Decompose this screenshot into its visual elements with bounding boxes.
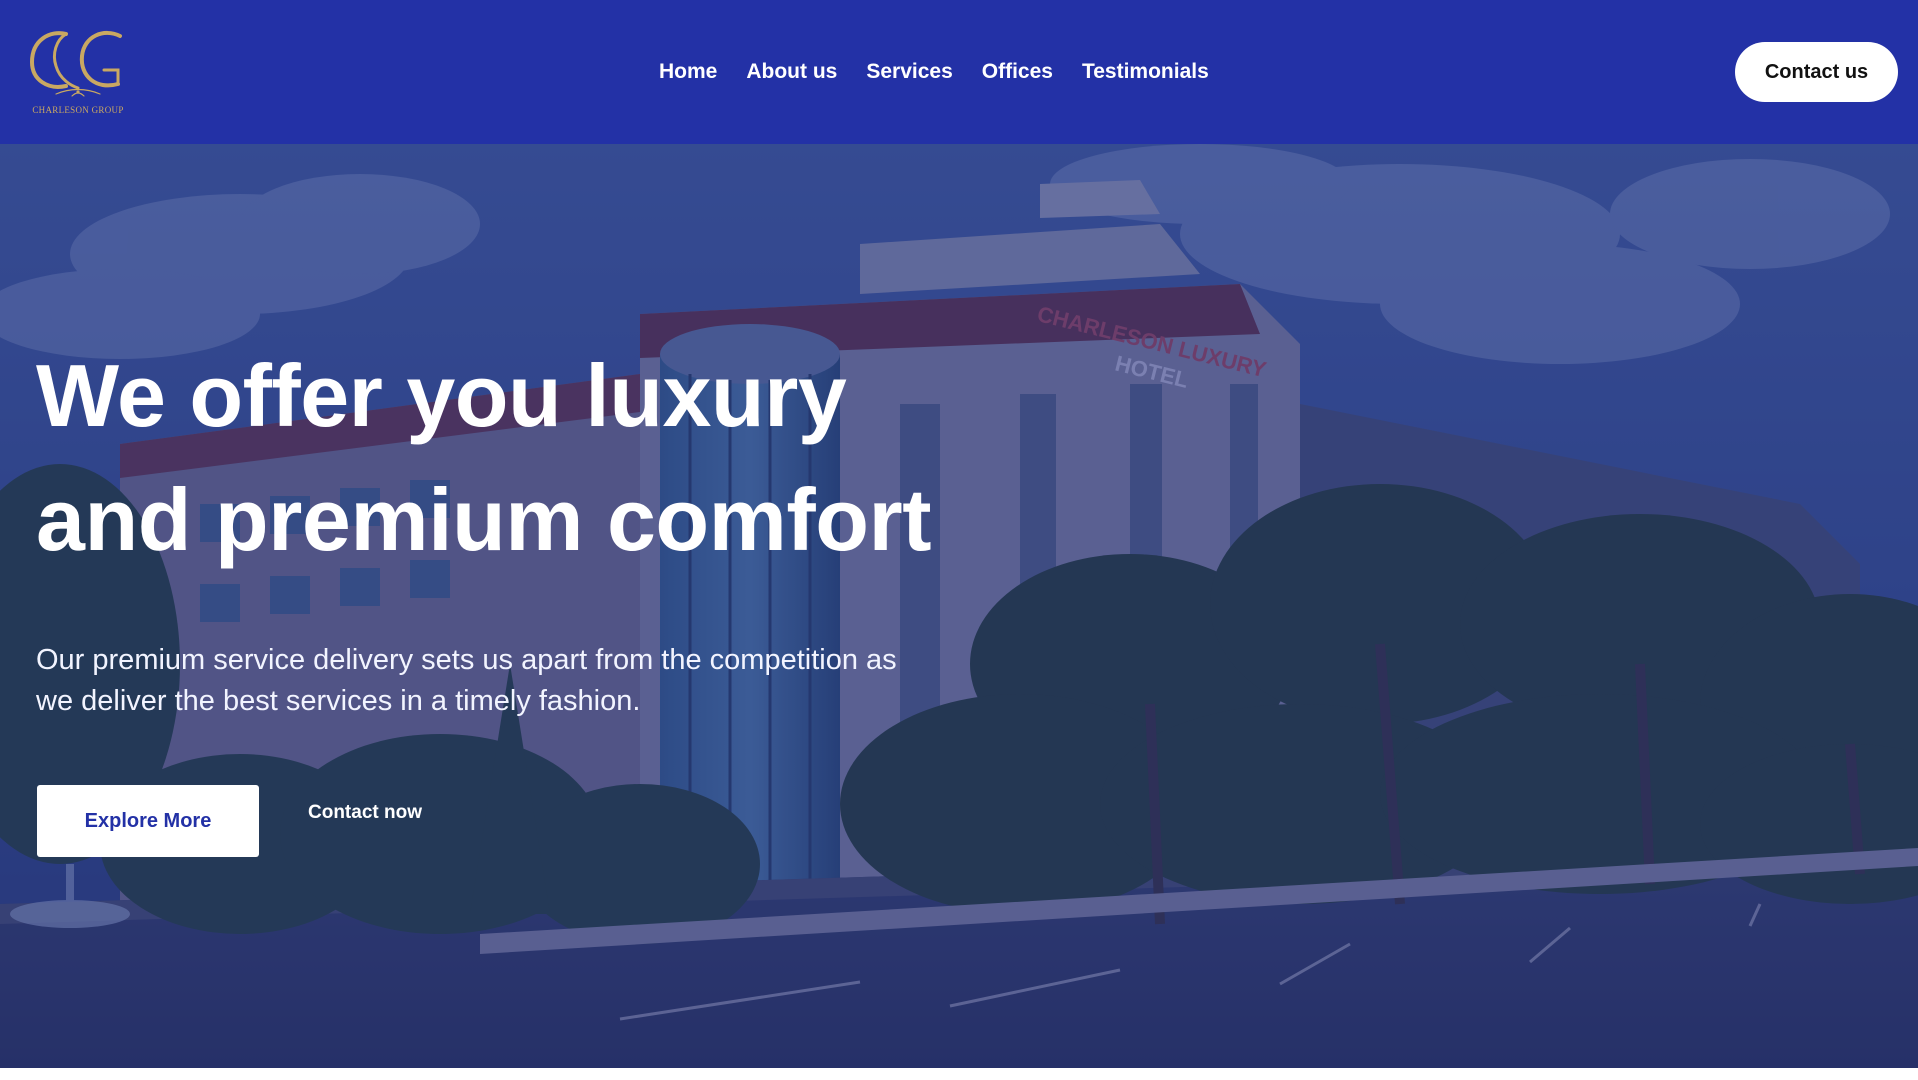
nav-about-us[interactable]: About us	[746, 60, 837, 84]
hero-subtitle-line-1: Our premium service delivery sets us apa…	[36, 644, 897, 676]
explore-more-button[interactable]: Explore More	[37, 785, 259, 857]
page: CHARLESON GROUP Home About us Services O…	[0, 0, 1918, 1080]
hero-section: CHARLESON LUXURY HOTEL We offer you luxu…	[0, 144, 1918, 1068]
hero-color-overlay	[0, 144, 1918, 1068]
logo-text: CHARLESON GROUP	[32, 105, 124, 115]
nav-offices[interactable]: Offices	[982, 60, 1053, 84]
page-bottom-edge	[0, 1068, 1918, 1080]
nav-services[interactable]: Services	[866, 60, 952, 84]
nav-testimonials[interactable]: Testimonials	[1082, 60, 1209, 84]
hero-subtitle-line-2: we deliver the best services in a timely…	[36, 685, 641, 717]
hero-subtitle: Our premium service delivery sets us apa…	[36, 640, 936, 722]
main-nav: Home About us Services Offices Testimoni…	[659, 55, 1209, 89]
hero-title-line-1: We offer you luxury	[36, 346, 847, 445]
charleson-group-logo[interactable]: CHARLESON GROUP	[26, 26, 130, 120]
hero-title: We offer you luxury and premium comfort	[36, 334, 932, 582]
contact-now-link[interactable]: Contact now	[308, 802, 422, 824]
cg-monogram-icon	[29, 30, 122, 97]
top-navbar: CHARLESON GROUP Home About us Services O…	[0, 0, 1918, 144]
hero-title-line-2: and premium comfort	[36, 470, 932, 569]
contact-us-button[interactable]: Contact us	[1735, 42, 1898, 102]
nav-home[interactable]: Home	[659, 60, 717, 84]
